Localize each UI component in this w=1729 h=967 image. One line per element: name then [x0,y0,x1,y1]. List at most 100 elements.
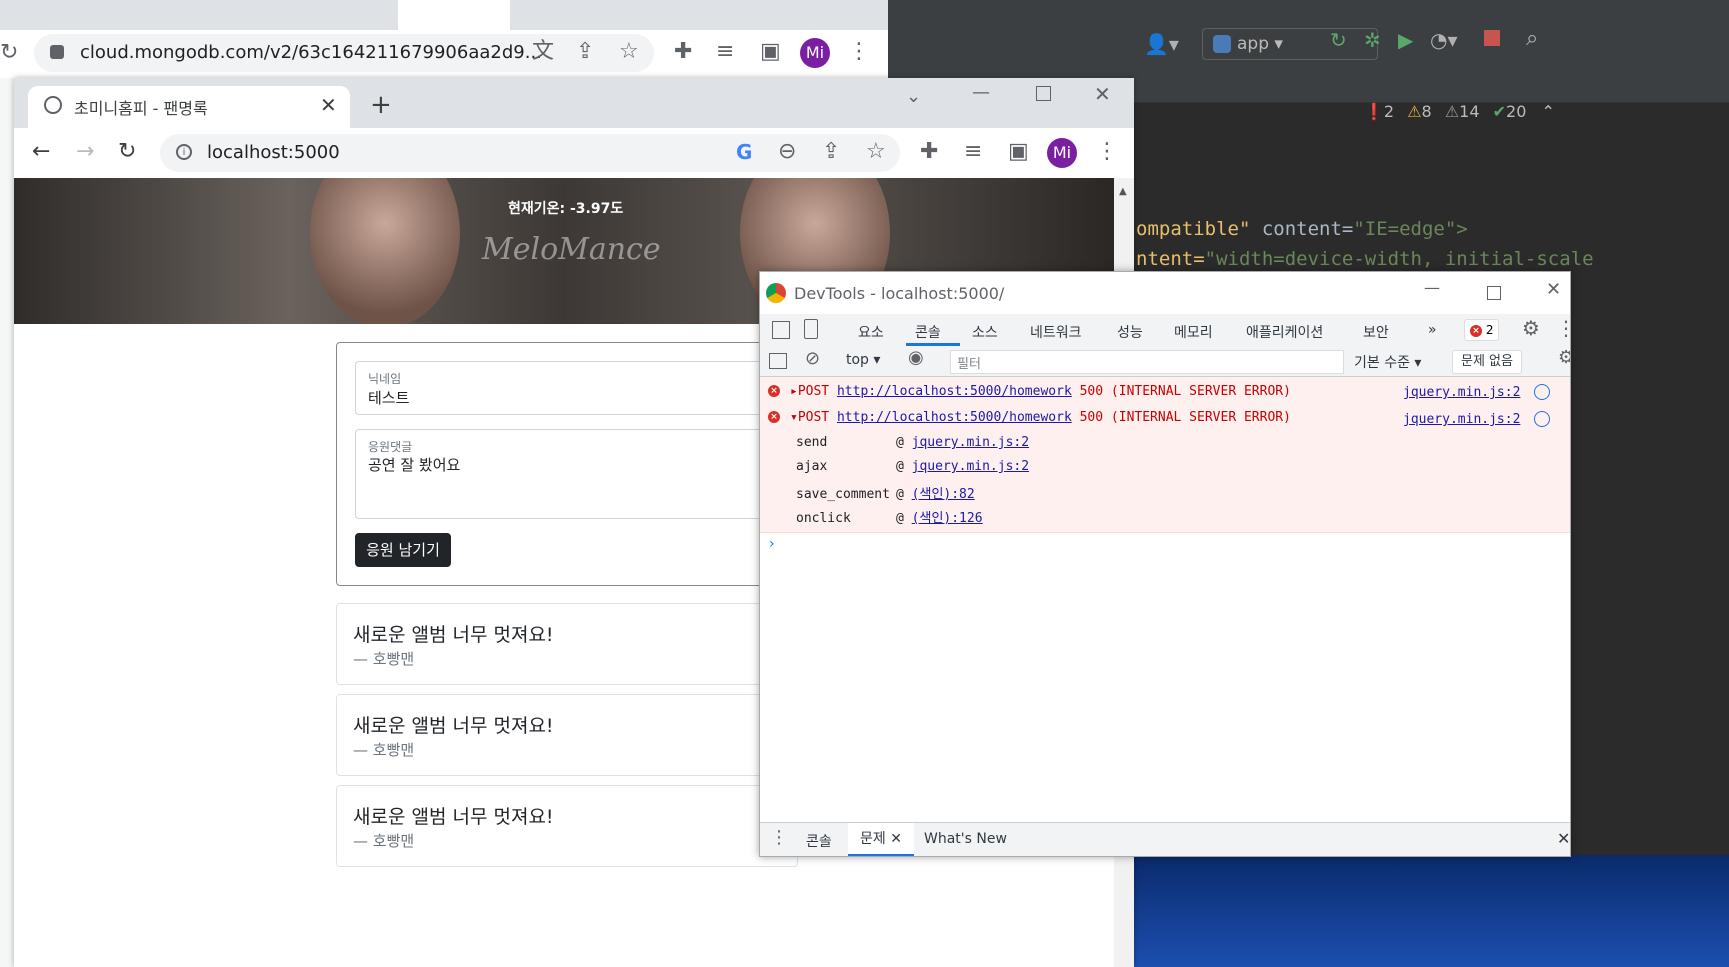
rerun-icon[interactable]: ↻ [1330,28,1347,52]
issues-button[interactable]: 문제 없음 [1452,350,1522,374]
stack-link[interactable]: jquery.min.js:2 [912,435,1029,450]
close-tab-icon[interactable]: ✕ [320,95,337,115]
globe-icon [44,96,62,114]
user-icon[interactable]: 👤▾ [1144,32,1179,56]
tab-search-icon[interactable]: ⌄ [906,88,921,106]
network-icon[interactable] [1534,384,1550,400]
stack-link[interactable]: (색인):126 [912,511,983,526]
omnibox[interactable]: i localhost:5000 G ⊖ ⇪ ☆ [160,134,900,172]
profile-icon[interactable]: ◔▾ [1430,28,1458,52]
active-tab[interactable]: 초미니홈피 - 팬명록 ✕ [28,86,350,128]
coverage-icon[interactable]: ▶ [1398,28,1413,52]
search-icon[interactable]: ⌕ [1526,26,1538,51]
gear-icon[interactable]: ⚙ [1522,318,1540,338]
side-panel-icon[interactable]: ▣ [760,41,781,63]
media-icon[interactable]: ≡ [716,41,734,63]
sidebar-toggle-icon[interactable] [769,353,787,369]
stack-link[interactable]: jquery.min.js:2 [912,459,1029,474]
ide-inspections[interactable]: ❗2 ⚠8 ⚠14 ✔20 ⌃ [1364,102,1555,121]
error-icon: × [1470,324,1482,337]
share-icon[interactable]: ⇪ [822,141,840,163]
tab-security[interactable]: 보안 [1363,322,1389,342]
device-toggle-icon[interactable] [804,319,818,339]
close-icon[interactable]: ✕ [890,831,902,847]
more-tabs-icon[interactable]: » [1428,322,1437,338]
share-icon[interactable]: ⇪ [576,41,594,63]
devtools-drawer: ⋮ 콘솔 문제 ✕ What's New ✕ [760,822,1570,856]
eye-icon[interactable]: ◉ [908,349,924,367]
error-counter[interactable]: × 2 [1464,319,1500,341]
profile-avatar[interactable]: Mi [1047,138,1077,168]
back-omnibox[interactable]: cloud.mongodb.com/v2/63c164211679906aa2d… [34,34,654,72]
scroll-up-icon[interactable]: ▲ [1119,186,1127,197]
tab-network[interactable]: 네트워크 [1030,322,1082,342]
address-bar: ← → ↻ i localhost:5000 G ⊖ ⇪ ☆ ✚ ≡ ▣ Mi … [14,128,1134,179]
filter-input[interactable]: 필터 [950,350,1344,374]
side-panel-icon[interactable]: ▣ [1008,141,1029,163]
tab-console[interactable]: 콘솔 [915,322,941,342]
error-source-link[interactable]: jquery.min.js:2 [1403,385,1520,400]
code-token: "IE=edge"> [1353,218,1468,240]
network-icon[interactable] [1534,411,1550,427]
new-tab-icon[interactable]: + [370,92,392,118]
run-config-select[interactable]: app ▾ [1202,28,1378,60]
maximize-icon[interactable] [1487,286,1501,300]
stop-icon[interactable] [1484,30,1500,46]
reload-icon[interactable]: ↻ [0,42,18,64]
back-arrow-icon[interactable]: ← [32,141,50,163]
info-icon[interactable]: i [176,144,192,160]
console-error-row[interactable]: ▾POST http://localhost:5000/homework 500… [790,410,1291,425]
close-drawer-icon[interactable]: ✕ [1557,829,1570,848]
comment-field[interactable]: 응원댓글 공연 잘 봤어요 [355,429,797,519]
stack-frame: send @ jquery.min.js:2 [796,435,1030,450]
translate-icon[interactable]: 文 [532,41,554,63]
maximize-icon[interactable] [1036,86,1051,101]
console-prompt-icon[interactable]: › [769,536,775,552]
menu-icon[interactable]: ⋮ [1096,141,1118,163]
extensions-icon[interactable]: ✚ [920,141,938,163]
tab-performance[interactable]: 성능 [1117,322,1143,342]
reload-icon[interactable]: ↻ [118,141,136,163]
error-source-link[interactable]: jquery.min.js:2 [1403,412,1520,427]
star-icon[interactable]: ☆ [619,41,639,63]
profile-avatar[interactable]: Mi [800,38,830,68]
close-window-icon[interactable]: ✕ [1546,281,1561,299]
kebab-icon[interactable]: ⋮ [1556,318,1570,338]
clear-console-icon[interactable]: ⊘ [805,350,820,368]
debug-icon[interactable]: ✲ [1364,28,1381,52]
context-select[interactable]: top ▾ [846,352,880,368]
active-tab-back[interactable] [398,0,510,30]
tab-elements[interactable]: 요소 [858,322,884,342]
tab-application[interactable]: 애플리케이션 [1246,322,1323,342]
code-token: "width=device-width, initial-scale [1204,248,1594,270]
stack-fn: save_comment [796,487,890,502]
log-level-select[interactable]: 기본 수준 ▾ [1354,352,1421,372]
drawer-menu-icon[interactable]: ⋮ [770,829,788,847]
tab-sources[interactable]: 소스 [972,322,998,342]
console-settings-icon[interactable]: ⚙ [1558,349,1570,367]
console-error-row[interactable]: ▸POST http://localhost:5000/homework 500… [790,384,1291,399]
submit-comment-button[interactable]: 응원 남기기 [355,533,451,567]
error-url[interactable]: http://localhost:5000/homework [837,410,1072,425]
drawer-tab-console[interactable]: 콘솔 [806,831,832,851]
tab-memory[interactable]: 메모리 [1174,322,1213,342]
forward-arrow-icon[interactable]: → [76,141,94,163]
comment-label: 응원댓글 [368,440,413,454]
menu-icon[interactable]: ⋮ [848,41,870,63]
google-icon[interactable]: G [736,140,752,164]
drawer-tab-issues[interactable]: 문제 ✕ [848,823,914,856]
error-url[interactable]: http://localhost:5000/homework [837,384,1072,399]
nickname-field[interactable]: 닉네임 테스트 [355,361,797,415]
zoom-icon[interactable]: ⊖ [778,141,796,163]
star-icon[interactable]: ☆ [866,141,886,163]
extensions-icon[interactable]: ✚ [674,41,692,63]
media-icon[interactable]: ≡ [964,141,982,163]
minimize-icon[interactable]: — [1424,280,1440,296]
inspect-icon[interactable] [772,321,790,339]
minimize-icon[interactable]: — [972,84,990,102]
close-window-icon[interactable]: ✕ [1094,84,1111,104]
chevron-up-icon[interactable]: ⌃ [1541,102,1554,121]
devtools-titlebar: DevTools - localhost:5000/ — ✕ [760,272,1570,314]
stack-link[interactable]: (색인):82 [912,487,975,502]
drawer-tab-whats-new[interactable]: What's New [924,831,1007,847]
